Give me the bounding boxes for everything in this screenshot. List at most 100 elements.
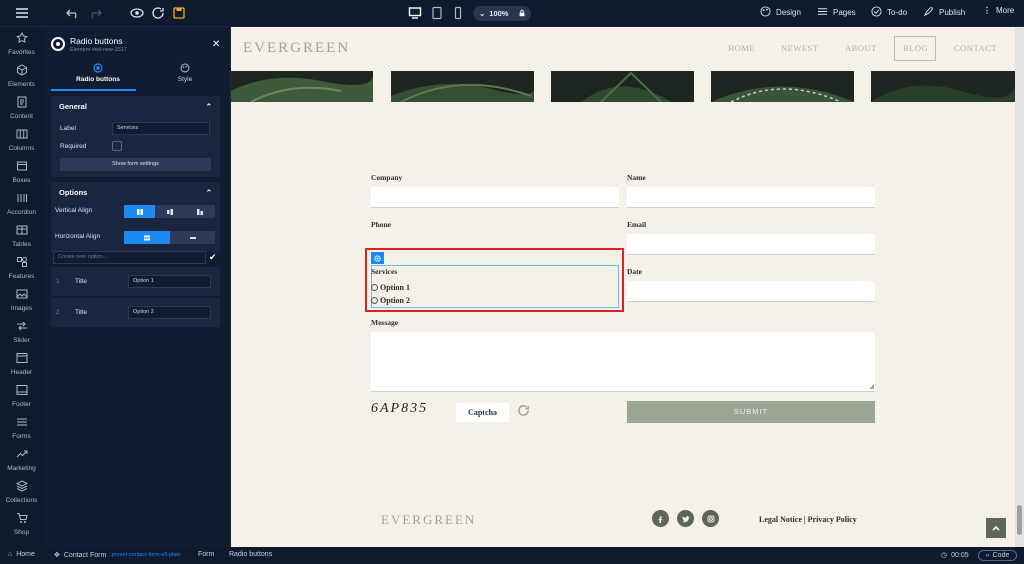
- rail-item-content[interactable]: Content: [0, 96, 43, 128]
- canvas-scrollbar[interactable]: [1015, 27, 1024, 547]
- facebook-icon[interactable]: [652, 510, 669, 527]
- required-checkbox[interactable]: [112, 141, 122, 151]
- email-input[interactable]: [627, 234, 875, 255]
- align-horizontal-list-button[interactable]: [170, 231, 215, 244]
- new-option-input[interactable]: Create new option...: [53, 251, 206, 264]
- leaf-photo: [231, 71, 373, 102]
- show-form-settings-button[interactable]: Show form settings: [60, 158, 211, 171]
- tablet-view-icon[interactable]: [429, 5, 445, 21]
- lock-icon[interactable]: [518, 9, 526, 19]
- radio-circle-icon[interactable]: [371, 297, 378, 304]
- option-title-input[interactable]: Option 2: [128, 306, 211, 319]
- mobile-view-icon[interactable]: [450, 5, 466, 21]
- breadcrumb-radio[interactable]: Radio buttons: [229, 551, 272, 558]
- refresh-captcha-icon[interactable]: [517, 404, 530, 419]
- scroll-to-top-button[interactable]: [986, 518, 1006, 538]
- more-button[interactable]: ⋮ More: [983, 6, 1014, 15]
- option-2-radio[interactable]: Option 2: [371, 296, 410, 305]
- stacked-icon: [144, 235, 150, 240]
- option-row-1[interactable]: 1 Title Option 1: [51, 266, 220, 296]
- privacy-policy-link[interactable]: Privacy Policy: [808, 515, 857, 524]
- breadcrumb-form[interactable]: Form: [198, 551, 214, 558]
- save-icon[interactable]: [171, 5, 187, 21]
- rail-item-elements[interactable]: Elements: [0, 64, 43, 96]
- footer-icon: [16, 384, 28, 398]
- label-input[interactable]: Services: [112, 122, 210, 135]
- options-header[interactable]: Options ⌃: [51, 182, 220, 202]
- align-vertical-list-button[interactable]: [124, 231, 170, 244]
- redo-icon[interactable]: [87, 5, 103, 21]
- date-input[interactable]: [627, 281, 875, 302]
- nav-contact[interactable]: CONTACT: [954, 43, 997, 53]
- legal-notice-link[interactable]: Legal Notice: [759, 515, 802, 524]
- code-icon: ‹›: [985, 552, 990, 559]
- publish-button[interactable]: Publish: [923, 6, 965, 19]
- design-button[interactable]: Design: [760, 6, 801, 19]
- radio-circle-icon[interactable]: [371, 284, 378, 291]
- tab-style-label: Style: [177, 76, 193, 83]
- general-header[interactable]: General ⌃: [51, 96, 220, 116]
- pages-button[interactable]: Pages: [817, 6, 856, 19]
- company-input[interactable]: [371, 187, 619, 208]
- rail-item-label: Marketing: [7, 465, 36, 472]
- rail-item-header[interactable]: Header: [0, 352, 43, 384]
- desktop-view-icon[interactable]: [407, 5, 423, 21]
- tab-style[interactable]: Style: [140, 63, 230, 83]
- footer-logo[interactable]: EVERGREEN: [381, 512, 476, 528]
- twitter-icon[interactable]: [677, 510, 694, 527]
- align-bottom-button[interactable]: [185, 205, 215, 218]
- chevron-up-icon[interactable]: ⌃: [206, 102, 212, 111]
- breadcrumb-contact-form[interactable]: ✥ Contact Form .preset-contact-form-v3-p…: [54, 551, 181, 560]
- resize-handle-icon[interactable]: ◢: [869, 383, 874, 390]
- checkmark-icon[interactable]: ✔: [209, 252, 217, 263]
- chevron-down-icon: ⌄: [479, 9, 486, 18]
- rail-item-footer[interactable]: Footer: [0, 384, 43, 416]
- align-middle-button[interactable]: [155, 205, 185, 218]
- rail-item-images[interactable]: Images: [0, 288, 43, 320]
- rail-item-boxes[interactable]: Boxes: [0, 160, 43, 192]
- nav-home[interactable]: HOME: [728, 43, 755, 53]
- inline-icon: [189, 236, 196, 239]
- nav-about[interactable]: ABOUT: [845, 43, 877, 53]
- rail-item-collections[interactable]: Collections: [0, 480, 43, 512]
- submit-button[interactable]: SUBMIT: [627, 401, 875, 423]
- preview-eye-icon[interactable]: [129, 5, 145, 21]
- timer-value: 00:05: [951, 551, 969, 559]
- rail-item-features[interactable]: Features: [0, 256, 43, 288]
- refresh-icon[interactable]: [150, 5, 166, 21]
- element-handle-icon[interactable]: [371, 252, 384, 264]
- option-number: 1: [56, 278, 60, 285]
- zoom-selector[interactable]: ⌄ 100%: [473, 6, 531, 21]
- close-icon[interactable]: ✕: [212, 39, 220, 50]
- rail-item-forms[interactable]: Forms: [0, 416, 43, 448]
- rail-item-marketing[interactable]: Marketing: [0, 448, 43, 480]
- message-textarea[interactable]: ◢: [371, 332, 875, 392]
- nav-blog[interactable]: BLOG: [903, 43, 928, 53]
- captcha-input[interactable]: Captcha: [456, 403, 509, 422]
- option-1-radio[interactable]: Option 1: [371, 283, 410, 292]
- breadcrumb-home[interactable]: ⌂ Home: [8, 551, 35, 558]
- undo-icon[interactable]: [65, 5, 81, 21]
- rail-item-label: Shop: [13, 529, 30, 536]
- rail-item-shop[interactable]: Shop: [0, 512, 43, 544]
- tab-radio-buttons[interactable]: Radio buttons: [53, 63, 143, 83]
- rail-item-accordion[interactable]: Accordion: [0, 192, 43, 224]
- chevron-up-icon[interactable]: ⌃: [206, 188, 212, 197]
- rail-item-columns[interactable]: Columns: [0, 128, 43, 160]
- code-button[interactable]: ‹› Code: [978, 550, 1017, 561]
- panel-subtitle: Element #ed-new-3317: [70, 47, 127, 53]
- rail-item-favorites[interactable]: Favorites: [0, 31, 43, 64]
- nav-newest[interactable]: NEWEST: [781, 43, 818, 53]
- instagram-icon[interactable]: [702, 510, 719, 527]
- site-logo[interactable]: EVERGREEN: [243, 40, 350, 57]
- rail-item-label: Forms: [12, 433, 31, 440]
- name-input[interactable]: [627, 187, 875, 208]
- menu-icon[interactable]: [14, 5, 30, 21]
- scrollbar-thumb[interactable]: [1017, 505, 1022, 535]
- rail-item-tables[interactable]: Tables: [0, 224, 43, 256]
- option-title-input[interactable]: Option 1: [128, 275, 211, 288]
- option-row-2[interactable]: 2 Title Option 2: [51, 297, 220, 327]
- rail-item-slider[interactable]: Slider: [0, 320, 43, 352]
- todo-button[interactable]: To-do: [871, 6, 907, 19]
- align-top-button[interactable]: [124, 205, 155, 218]
